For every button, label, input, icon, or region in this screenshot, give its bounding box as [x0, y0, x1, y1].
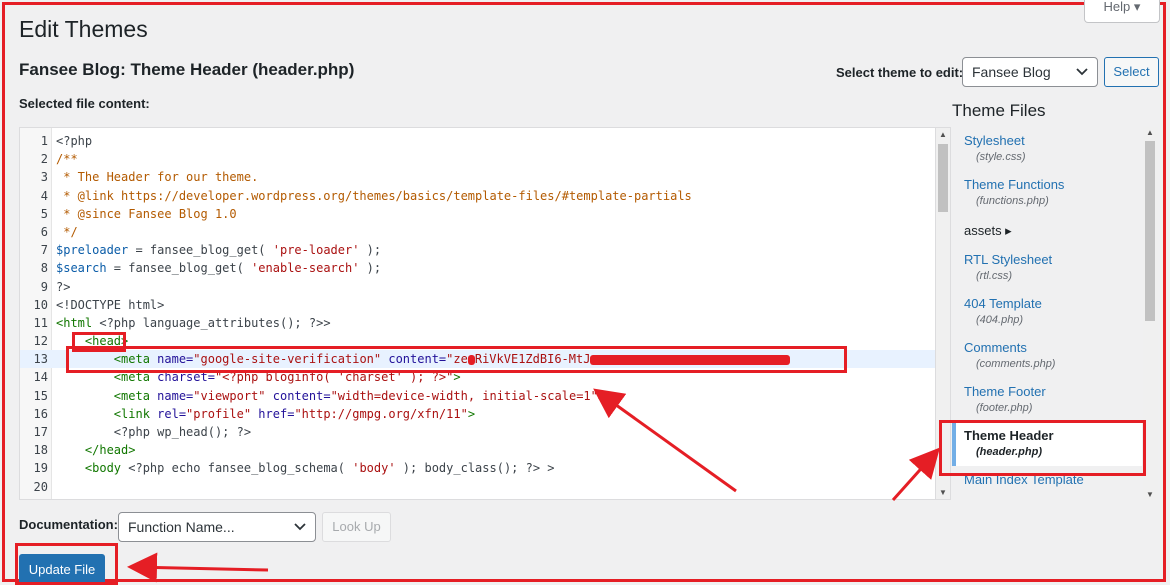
redaction-mark	[467, 354, 475, 365]
theme-select[interactable]: Fansee Blog	[962, 57, 1098, 87]
file-heading: Fansee Blog: Theme Header (header.php)	[19, 60, 355, 79]
code-lines: 1 <?php 2/** 3 * The Header for our theme…	[20, 132, 936, 496]
chevron-down-icon	[1075, 60, 1089, 93]
code-line[interactable]: 6 */	[20, 223, 936, 241]
code-line[interactable]: 18 </head>	[20, 441, 936, 459]
theme-file-404-template[interactable]: 404 Template (404.php)	[952, 290, 1142, 334]
theme-select-label: Select theme to edit:	[836, 65, 964, 80]
code-line[interactable]: 10 <!DOCTYPE html>	[20, 296, 936, 314]
documentation-function-select[interactable]: Function Name...	[118, 512, 316, 542]
code-line[interactable]: 5 * @since Fansee Blog 1.0	[20, 205, 936, 223]
code-line[interactable]: 8 $search = fansee_blog_get( 'enable-sear…	[20, 259, 936, 277]
theme-files-scroll-thumb[interactable]	[1145, 141, 1155, 321]
editor-scrollbar[interactable]: ▲ ▼	[935, 128, 950, 499]
help-tab-button[interactable]: Help ▾	[1084, 0, 1160, 23]
scroll-up-icon[interactable]: ▲	[939, 130, 947, 139]
theme-file-comments[interactable]: Comments (comments.php)	[952, 334, 1142, 378]
theme-files-panel: Stylesheet (style.css) Theme Functions (fu…	[952, 127, 1158, 500]
code-line[interactable]: 12 <head>	[20, 332, 936, 350]
theme-file-rtl-stylesheet[interactable]: RTL Stylesheet (rtl.css)	[952, 246, 1142, 290]
code-line[interactable]: 2/**	[20, 150, 936, 168]
theme-file-main-index[interactable]: Main Index Template	[952, 466, 1142, 494]
theme-select-value: Fansee Blog	[972, 64, 1051, 80]
theme-folder-assets[interactable]: assets ▸	[952, 215, 1142, 246]
code-line[interactable]: 16 <link rel="profile" href="http://gmpg…	[20, 405, 936, 423]
theme-files-heading: Theme Files	[952, 101, 1046, 120]
editor-scroll-thumb[interactable]	[938, 144, 948, 212]
theme-file-footer[interactable]: Theme Footer (footer.php)	[952, 378, 1142, 422]
theme-files-list: Stylesheet (style.css) Theme Functions (fu…	[952, 127, 1142, 494]
code-line[interactable]: 17 <?php wp_head(); ?>	[20, 423, 936, 441]
caret-down-icon: ▾	[1133, 0, 1141, 14]
scroll-down-icon[interactable]: ▼	[939, 488, 947, 497]
code-line[interactable]: 1 <?php	[20, 132, 936, 150]
theme-files-scrollbar[interactable]: ▲ ▼	[1143, 127, 1158, 500]
selected-file-label: Selected file content:	[19, 96, 150, 111]
code-line-active[interactable]: 13 <meta name="google-site-verification"…	[20, 350, 936, 369]
documentation-select-value: Function Name...	[128, 519, 235, 535]
scroll-down-icon[interactable]: ▼	[1146, 490, 1154, 499]
code-line[interactable]: 19 <body <?php echo fansee_blog_schema( …	[20, 459, 936, 477]
code-line[interactable]: 9 ?>	[20, 278, 936, 296]
redaction-mark	[590, 354, 791, 365]
code-line[interactable]: 4 * @link https://developer.wordpress.or…	[20, 187, 936, 205]
documentation-label: Documentation:	[19, 517, 118, 532]
theme-file-stylesheet[interactable]: Stylesheet (style.css)	[952, 127, 1142, 171]
code-line[interactable]: 15 <meta name="viewport" content="width=…	[20, 387, 936, 405]
code-editor[interactable]: 1 <?php 2/** 3 * The Header for our theme…	[19, 127, 951, 500]
theme-file-functions[interactable]: Theme Functions (functions.php)	[952, 171, 1142, 215]
theme-file-header-current[interactable]: Theme Header (header.php)	[952, 422, 1142, 466]
code-line[interactable]: 3 * The Header for our theme.	[20, 168, 936, 186]
select-theme-button[interactable]: Select	[1104, 57, 1159, 87]
scroll-up-icon[interactable]: ▲	[1146, 128, 1154, 137]
page-title: Edit Themes	[19, 16, 148, 42]
update-file-button[interactable]: Update File	[19, 554, 105, 585]
help-label: Help	[1103, 0, 1131, 14]
chevron-down-icon	[293, 514, 307, 547]
code-line[interactable]: 11 <html <?php language_attributes(); ?>>	[20, 314, 936, 332]
code-line[interactable]: 14 <meta charset="<?php bloginfo( 'chars…	[20, 368, 936, 386]
code-line[interactable]: 7 $preloader = fansee_blog_get( 'pre-load…	[20, 241, 936, 259]
code-line[interactable]: 20	[20, 478, 936, 496]
look-up-button[interactable]: Look Up	[322, 512, 391, 542]
